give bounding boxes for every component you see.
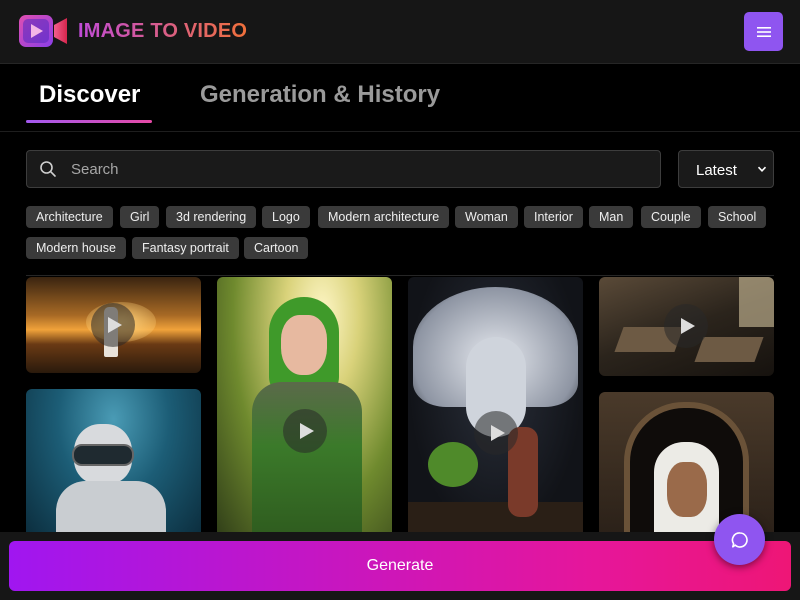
- tree: [428, 442, 478, 487]
- tag-chip[interactable]: Man: [589, 206, 634, 228]
- active-tab-indicator: [26, 120, 152, 123]
- play-button[interactable]: [474, 411, 518, 455]
- tag-chip[interactable]: Architecture: [26, 206, 113, 228]
- tag-chip[interactable]: Couple: [641, 206, 701, 228]
- tab-generation-history[interactable]: Generation & History: [200, 81, 440, 109]
- tag-chip[interactable]: Modern architecture: [318, 206, 450, 228]
- play-icon: [107, 317, 122, 333]
- sort-select[interactable]: Latest: [678, 150, 774, 188]
- tag-chip[interactable]: 3d rendering: [166, 206, 257, 228]
- video-camera-logo-icon: [19, 15, 67, 47]
- play-button[interactable]: [283, 409, 327, 453]
- tag-chip[interactable]: Woman: [455, 206, 518, 228]
- gallery-card-eagle-tree[interactable]: [408, 277, 583, 539]
- search-icon: [40, 161, 56, 177]
- diving-mask: [72, 444, 134, 466]
- tag-chip[interactable]: Interior: [524, 206, 583, 228]
- tag-chip[interactable]: Modern house: [26, 237, 126, 259]
- elf-armor: [252, 382, 362, 539]
- brand-name: IMAGE TO VIDEO: [78, 20, 248, 42]
- search-box[interactable]: [26, 150, 661, 188]
- tag-chip[interactable]: Girl: [120, 206, 160, 228]
- play-icon: [490, 425, 505, 441]
- cat-body: [56, 481, 166, 539]
- gallery-card-library-interior[interactable]: [599, 277, 774, 376]
- search-input[interactable]: [71, 151, 651, 187]
- tab-bar: Discover Generation & History: [0, 65, 800, 132]
- gallery-card-diver-cat[interactable]: [26, 389, 201, 539]
- play-button[interactable]: [91, 303, 135, 347]
- generate-button[interactable]: Generate: [9, 541, 791, 591]
- play-icon: [680, 318, 695, 334]
- menu-button[interactable]: [744, 12, 783, 51]
- chevron-down-icon: [757, 166, 767, 172]
- chat-bubble-icon: [731, 531, 748, 548]
- tag-chip[interactable]: Fantasy portrait: [132, 237, 239, 259]
- gallery-card-elf-warrior[interactable]: [217, 277, 392, 539]
- tag-chip[interactable]: Cartoon: [244, 237, 309, 259]
- hamburger-menu-icon: [756, 26, 771, 37]
- gallery-card-desert-sunset[interactable]: [26, 277, 201, 373]
- play-icon: [299, 423, 314, 439]
- tab-discover[interactable]: Discover: [39, 81, 140, 109]
- chat-button[interactable]: [714, 514, 765, 565]
- play-button[interactable]: [664, 304, 708, 348]
- app-header: IMAGE TO VIDEO: [0, 0, 800, 64]
- divider: [26, 275, 774, 276]
- tag-chip[interactable]: Logo: [262, 206, 310, 228]
- tag-chip[interactable]: School: [708, 206, 767, 228]
- face: [667, 462, 707, 517]
- window-light: [739, 277, 774, 327]
- elf-face: [281, 315, 327, 375]
- sort-selected-value: Latest: [696, 162, 737, 179]
- desk: [694, 337, 764, 362]
